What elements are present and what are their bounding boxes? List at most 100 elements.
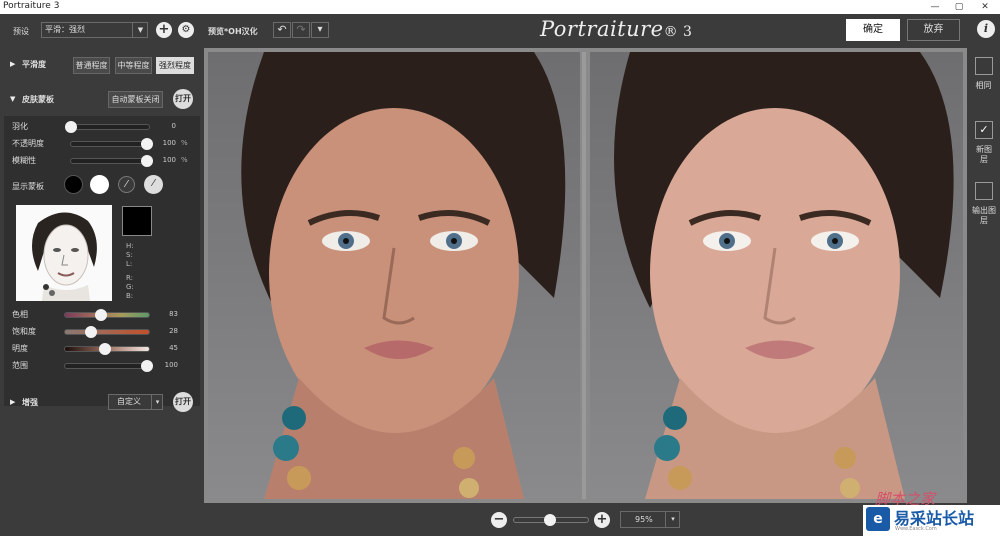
slider-fuzziness[interactable]: 模糊性 100 % xyxy=(4,155,200,169)
slider-value: 83 xyxy=(169,310,178,318)
slider-track[interactable] xyxy=(70,138,153,150)
after-image xyxy=(590,52,963,499)
slider-hue[interactable]: 色相 83 xyxy=(4,309,200,323)
slider-value: 100 xyxy=(162,156,176,164)
maximize-button[interactable]: ▢ xyxy=(946,0,972,14)
add-preset-button[interactable]: + xyxy=(156,22,172,38)
undo-button[interactable]: ↶ xyxy=(273,22,291,38)
slider-label: 范围 xyxy=(12,361,28,370)
preview-label: 预览*OH汉化 xyxy=(208,27,258,36)
slider-range[interactable]: 范围 100 xyxy=(4,360,200,374)
zoom-value: 95% xyxy=(635,515,653,524)
show-mask-label: 显示蒙板 xyxy=(12,182,44,191)
cancel-button[interactable]: 放弃 xyxy=(907,19,960,41)
checkbox-output-layer[interactable] xyxy=(975,182,993,200)
slider-opacity[interactable]: 不透明度 100 % xyxy=(4,138,200,152)
minimize-button[interactable]: — xyxy=(922,0,948,14)
hsl-s-label: S: xyxy=(126,251,133,259)
slider-track[interactable] xyxy=(64,360,153,372)
rgb-g-label: G: xyxy=(126,283,134,291)
output-options-panel: 相同 ✓ 新图层 输出图层 xyxy=(967,48,1000,503)
info-button[interactable]: i xyxy=(977,20,995,38)
redo-button[interactable]: ↷ xyxy=(292,22,310,38)
black-mask-swatch[interactable] xyxy=(64,175,83,194)
chevron-down-icon: ▾ xyxy=(151,395,163,409)
window-titlebar: Portraiture 3 — ▢ ✕ xyxy=(0,0,1000,14)
skin-mask-title: 皮肤蒙板 xyxy=(22,95,54,104)
checkbox-output-layer-label: 输出图层 xyxy=(972,206,996,225)
slider-knob[interactable] xyxy=(95,309,107,321)
collapse-arrow-icon[interactable]: ▼ xyxy=(10,95,15,103)
slider-knob[interactable] xyxy=(141,360,153,372)
slider-knob[interactable] xyxy=(141,155,153,167)
skin-mask-toggle[interactable]: 打开 xyxy=(173,89,193,109)
gear-icon: ⚙ xyxy=(181,24,191,35)
expand-arrow-icon[interactable]: ▶ xyxy=(10,60,15,68)
checkbox-new-layer[interactable]: ✓ xyxy=(975,121,993,139)
minus-icon: − xyxy=(493,512,505,527)
window-title: Portraiture 3 xyxy=(3,1,60,11)
watermark-sub-text: Www.Easck.Com xyxy=(895,526,937,532)
logo-text: Portraiture xyxy=(540,17,664,41)
rgb-b-label: B: xyxy=(126,292,134,300)
skin-mask-thumbnail xyxy=(16,205,112,301)
slider-value: 0 xyxy=(171,122,176,130)
zoom-in-button[interactable]: + xyxy=(594,512,610,528)
chevron-down-icon: ▼ xyxy=(132,23,148,37)
close-window-button[interactable]: ✕ xyxy=(972,0,998,14)
slider-track[interactable] xyxy=(65,121,150,133)
plus-icon: + xyxy=(158,22,170,37)
plus-icon: + xyxy=(596,512,608,527)
slider-lightness[interactable]: 明度 45 xyxy=(4,343,200,357)
smoothing-option-medium[interactable]: 中等程度 xyxy=(115,57,152,74)
auto-mask-button[interactable]: 自动蒙板关闭 xyxy=(108,91,163,108)
checkbox-same-label: 相同 xyxy=(975,81,992,90)
selected-color-box xyxy=(122,206,152,236)
slider-track[interactable] xyxy=(64,343,150,355)
slider-track[interactable] xyxy=(64,309,150,321)
enhance-title: 增强 xyxy=(22,398,38,407)
split-divider[interactable] xyxy=(582,52,586,499)
slider-value: 45 xyxy=(169,344,178,352)
slider-label: 色相 xyxy=(12,310,28,319)
smoothing-title: 平滑度 xyxy=(22,60,46,69)
slider-knob[interactable] xyxy=(99,343,111,355)
preset-dropdown[interactable]: 平滑：强烈 ▼ xyxy=(41,22,148,38)
preview-area[interactable] xyxy=(204,48,967,503)
zoom-slider[interactable] xyxy=(513,514,589,526)
slider-feather[interactable]: 羽化 0 xyxy=(4,121,200,135)
slider-saturation[interactable]: 饱和度 28 xyxy=(4,326,200,340)
expand-arrow-icon[interactable]: ▶ xyxy=(10,398,15,406)
slider-unit: % xyxy=(181,139,188,147)
slider-value: 100 xyxy=(164,361,178,369)
smoothing-option-low[interactable]: 普通程度 xyxy=(73,57,110,74)
eyedropper-plus-icon[interactable]: ⁄ xyxy=(144,175,163,194)
slider-unit: % xyxy=(181,156,188,164)
chevron-down-icon: ▾ xyxy=(317,24,323,35)
zoom-out-button[interactable]: − xyxy=(491,512,507,528)
slider-knob[interactable] xyxy=(141,138,153,150)
preview-options-button[interactable]: ▾ xyxy=(311,22,329,38)
white-mask-swatch[interactable] xyxy=(90,175,109,194)
chevron-down-icon: ▾ xyxy=(665,512,680,527)
slider-label: 饱和度 xyxy=(12,327,36,336)
preset-value: 平滑：强烈 xyxy=(45,25,85,34)
zoom-dropdown[interactable]: 95% ▾ xyxy=(620,511,680,528)
zoom-slider-knob[interactable] xyxy=(544,514,556,526)
ok-button[interactable]: 确定 xyxy=(846,19,900,41)
slider-track[interactable] xyxy=(64,326,150,338)
eyedropper-icon[interactable]: ⁄ xyxy=(118,176,135,193)
slider-label: 羽化 xyxy=(12,122,28,131)
slider-label: 明度 xyxy=(12,344,28,353)
slider-value: 100 xyxy=(162,139,176,147)
checkbox-new-layer-label: 新图层 xyxy=(976,145,992,164)
site-watermark: 脚本之家 e 易采站长站 Www.Easck.Com xyxy=(863,488,1000,536)
enhance-dropdown[interactable]: 自定义 ▾ xyxy=(108,394,163,410)
settings-button[interactable]: ⚙ xyxy=(178,22,194,38)
slider-knob[interactable] xyxy=(65,121,77,133)
enhance-toggle[interactable]: 打开 xyxy=(173,392,193,412)
smoothing-option-strong[interactable]: 强烈程度 xyxy=(156,57,194,74)
slider-knob[interactable] xyxy=(85,326,97,338)
checkbox-same[interactable] xyxy=(975,57,993,75)
slider-track[interactable] xyxy=(70,155,153,167)
